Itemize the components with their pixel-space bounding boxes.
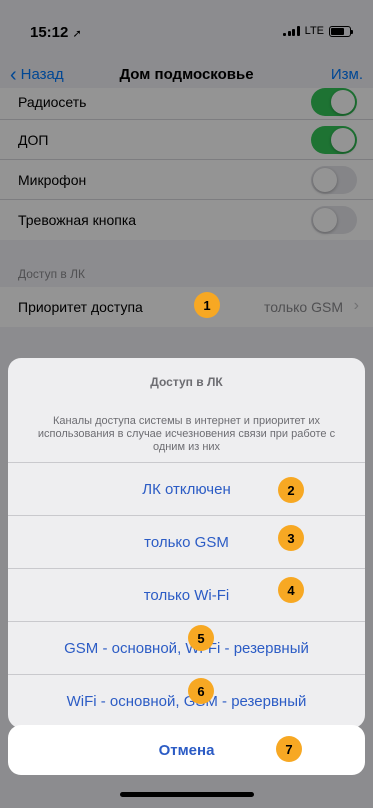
option-lk-disabled[interactable]: ЛК отключен xyxy=(8,463,365,516)
option-gsm-only[interactable]: только GSM xyxy=(8,516,365,569)
option-wifi-main-gsm-backup[interactable]: WiFi - основной, GSM - резервный xyxy=(8,675,365,728)
callout-badge-4: 4 xyxy=(278,577,304,603)
option-wifi-only[interactable]: только Wi-Fi xyxy=(8,569,365,622)
home-indicator[interactable] xyxy=(120,792,254,797)
action-sheet-title: Доступ в ЛК xyxy=(150,375,223,389)
action-sheet: Доступ в ЛК Каналы доступа системы в инт… xyxy=(8,358,365,728)
cancel-button[interactable]: Отмена xyxy=(8,725,365,775)
option-gsm-main-wifi-backup[interactable]: GSM - основной, Wi-Fi - резервный xyxy=(8,622,365,675)
action-sheet-message: Каналы доступа системы в интернет и прио… xyxy=(37,415,336,453)
callout-badge-3: 3 xyxy=(278,525,304,551)
callout-badge-6: 6 xyxy=(188,678,214,704)
callout-badge-1: 1 xyxy=(194,292,220,318)
action-sheet-header: Доступ в ЛК Каналы доступа системы в инт… xyxy=(8,358,365,463)
callout-badge-7: 7 xyxy=(276,736,302,762)
callout-badge-5: 5 xyxy=(188,625,214,651)
callout-badge-2: 2 xyxy=(278,477,304,503)
